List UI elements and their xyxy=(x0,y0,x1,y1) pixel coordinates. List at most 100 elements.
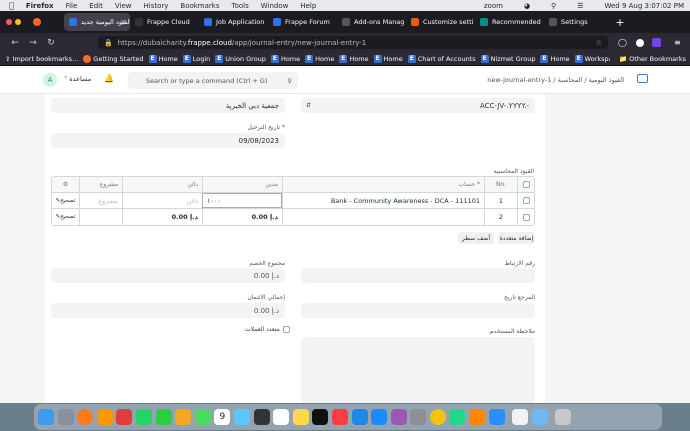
select-all-checkbox[interactable] xyxy=(517,177,535,192)
dock-facetime-icon[interactable] xyxy=(155,409,172,425)
bookmark-item[interactable]: E Home xyxy=(373,54,403,63)
menu-view[interactable]: View xyxy=(115,2,132,10)
menu-icon[interactable]: ≡ xyxy=(674,38,681,47)
dock-files-icon[interactable] xyxy=(233,409,250,425)
dock-appstore-icon[interactable] xyxy=(371,409,388,425)
dock-finder-icon[interactable] xyxy=(38,409,54,425)
bookmark-item[interactable]: E Union Group xyxy=(215,54,266,63)
bookmark-star-icon[interactable]: ☆ xyxy=(596,39,602,47)
extension-icon[interactable] xyxy=(636,38,644,47)
dock-firefox-icon[interactable] xyxy=(77,409,94,425)
url-input[interactable]: 🔒 https://dubaicharity. frappe.cloud/app/… xyxy=(98,36,608,49)
awesome-bar-search[interactable]: Search or type a command (Ctrl + G) ⚲ xyxy=(128,72,298,89)
close-tab-icon[interactable]: × xyxy=(120,18,126,26)
reference-number-input[interactable] xyxy=(301,268,535,283)
row-account[interactable]: Bank - Community Awareness - DCA - 11110… xyxy=(282,193,484,208)
menu-help[interactable]: Help xyxy=(300,2,316,10)
row-edit-button[interactable]: ✎ تصحيح xyxy=(52,209,79,225)
row-debit-input[interactable]: ١٠٠٠ xyxy=(202,193,282,208)
dock-music-icon[interactable] xyxy=(331,409,348,425)
user-remark-textarea[interactable] xyxy=(301,337,535,403)
frappe-logo-icon[interactable] xyxy=(637,74,648,83)
bookmark-item[interactable]: ⇪ Import bookmarks... xyxy=(5,55,78,63)
other-bookmarks[interactable]: 📁 Other Bookmarks xyxy=(619,55,686,63)
menu-window[interactable]: Window xyxy=(261,2,289,10)
browser-tab[interactable]: Add-ons Manag xyxy=(337,13,406,31)
dock-photos-icon[interactable] xyxy=(175,409,192,425)
row-project[interactable]: مشروع xyxy=(79,193,122,208)
search-icon[interactable]: ⚲ xyxy=(551,2,556,10)
table-row[interactable]: 2 0.00 د.إ 0.00 د.إ ✎ تصحيح xyxy=(52,209,534,225)
profile-icon[interactable] xyxy=(652,38,661,47)
browser-tab[interactable]: Frappe Forum xyxy=(268,13,337,31)
bookmark-item[interactable]: E Home xyxy=(148,54,178,63)
dock-remote-icon[interactable] xyxy=(116,409,133,425)
bookmark-item[interactable]: E Home xyxy=(305,54,334,63)
dock-terminal-icon[interactable] xyxy=(253,409,270,425)
company-field[interactable]: جمعية دبي الخيرية xyxy=(51,98,285,113)
dock-doc-icon[interactable] xyxy=(512,409,529,425)
bookmark-item[interactable]: E Login xyxy=(182,54,210,63)
row-credit-total[interactable]: 0.00 د.إ xyxy=(122,209,202,225)
wifi-icon[interactable]: ◕ xyxy=(524,2,530,10)
new-tab-button[interactable]: + xyxy=(613,16,627,29)
browser-tab[interactable]: Customize setti xyxy=(406,13,475,31)
multi-currency-checkbox-row[interactable]: متعدد العملات xyxy=(245,326,290,333)
bookmark-item[interactable]: E Chart of Accounts xyxy=(407,54,476,63)
breadcrumb[interactable]: new-journal-entry-1 / القيود اليومية / ا… xyxy=(487,76,624,84)
menu-edit[interactable]: Edit xyxy=(89,2,103,10)
browser-tab[interactable]: القيود اليومية جديد -× xyxy=(64,13,130,31)
bookmark-item[interactable]: E Nizmet Group xyxy=(480,54,535,63)
dock-appletv-icon[interactable] xyxy=(312,409,329,425)
row-account[interactable] xyxy=(282,209,484,225)
pocket-icon[interactable]: ◯ xyxy=(618,38,627,47)
bookmark-item[interactable]: EWorkspace xyxy=(574,54,610,63)
dock-settings-icon[interactable] xyxy=(410,409,427,425)
dock-vlc-icon[interactable] xyxy=(469,409,486,425)
bookmark-item[interactable]: E Home xyxy=(339,54,369,63)
back-icon[interactable]: ← xyxy=(6,38,24,48)
menu-file[interactable]: File xyxy=(66,2,78,10)
dock-maps-icon[interactable] xyxy=(194,409,211,425)
dock-zoom-icon[interactable] xyxy=(488,409,505,425)
reload-icon[interactable]: ↻ xyxy=(42,38,60,48)
dock-reminders-icon[interactable] xyxy=(273,409,290,425)
menu-bookmarks[interactable]: Bookmarks xyxy=(180,2,219,10)
dock-trash-icon[interactable] xyxy=(555,409,572,425)
bookmark-item[interactable]: E Home xyxy=(540,54,570,63)
bookmark-item[interactable]: Getting Started xyxy=(83,54,144,63)
help-dropdown[interactable]: ˅ مساعدة xyxy=(64,75,91,83)
dock-pycharm-icon[interactable] xyxy=(449,409,466,425)
browser-tab[interactable]: Job Application xyxy=(199,13,268,31)
dock-podcasts-icon[interactable] xyxy=(390,409,407,425)
dock-whatsapp-icon[interactable] xyxy=(135,409,152,425)
row-edit-button[interactable]: ✎ تصحيح xyxy=(52,193,79,208)
dock-vscode-icon[interactable] xyxy=(351,409,368,425)
row-credit[interactable]: دائن xyxy=(122,193,202,208)
bookmark-item[interactable]: E Home xyxy=(270,54,300,63)
menu-history[interactable]: History xyxy=(143,2,168,10)
browser-tab[interactable]: Recommended xyxy=(475,13,544,31)
dock-chrome-icon[interactable] xyxy=(429,409,446,425)
naming-series-select[interactable]: ACC-JV-.YYYY.- ⇵ xyxy=(301,98,535,113)
close-window-button[interactable] xyxy=(6,19,12,25)
control-center-icon[interactable]: ☰ xyxy=(577,2,583,10)
notification-bell-icon[interactable]: 🔔 xyxy=(104,74,114,83)
row-checkbox[interactable] xyxy=(517,209,535,225)
forward-icon[interactable]: → xyxy=(24,38,42,48)
row-checkbox[interactable] xyxy=(517,193,535,208)
browser-tab[interactable]: Frappe Cloud xyxy=(130,13,199,31)
browser-tab[interactable]: Settings xyxy=(544,13,613,31)
dock-calendar-icon[interactable]: 9 xyxy=(214,409,231,425)
dock-notes-icon[interactable] xyxy=(292,409,309,425)
zoom-status[interactable]: zoom xyxy=(484,2,503,10)
avatar[interactable]: A xyxy=(43,73,57,87)
multi-currency-checkbox[interactable] xyxy=(282,326,290,333)
menu-tools[interactable]: Tools xyxy=(232,2,249,10)
firefox-view-tab[interactable] xyxy=(28,13,64,31)
reference-date-input[interactable] xyxy=(301,303,535,318)
column-settings-icon[interactable]: ⚙ xyxy=(52,177,79,192)
dock-sublime-icon[interactable] xyxy=(96,409,113,425)
app-menu[interactable]: Firefox xyxy=(26,2,54,10)
table-row[interactable]: 1 Bank - Community Awareness - DCA - 111… xyxy=(52,193,534,209)
